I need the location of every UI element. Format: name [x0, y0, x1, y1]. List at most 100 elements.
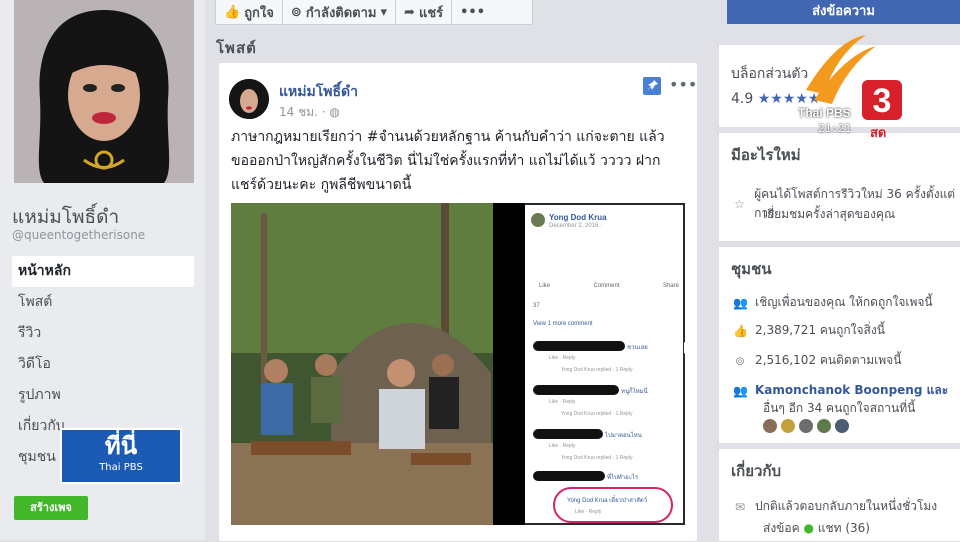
thai-pbs-logo: 3 Thai PBS 21:21 สด: [796, 30, 912, 141]
screenshot-date: December 2, 2016 ·: [549, 223, 603, 229]
page-profile-picture[interactable]: [14, 0, 194, 183]
whats-new-card: มีอะไรใหม่ ☆ ผู้คนได้โพสต์การรีวิวใหม่ 3…: [718, 132, 960, 242]
screenshot-actions: Like Comment Share: [539, 283, 679, 289]
more-dots-icon: •••: [460, 4, 486, 20]
nav-photos[interactable]: รูปภาพ: [12, 380, 194, 411]
rating-value: 4.9: [731, 91, 754, 107]
avatar[interactable]: [781, 419, 795, 433]
whats-new-title: มีอะไรใหม่: [731, 146, 801, 164]
nav-home[interactable]: หน้าหลัก: [12, 256, 194, 287]
avatar[interactable]: [799, 419, 813, 433]
send-message-text: ส่งข้อค: [763, 521, 800, 535]
redacted-name: [533, 429, 603, 439]
screenshot-view-more: View 1 more comment: [533, 321, 593, 327]
embedded-screenshot: Yong Dod Krua December 2, 2016 · Like Co…: [525, 205, 683, 523]
rss-icon: ⊚: [734, 353, 746, 368]
community-card: ชุมชน 👥 เชิญเพื่อนของคุณ ให้กดถูกใจเพจนี…: [718, 246, 960, 444]
about-card: เกี่ยวกับ ✉ ปกติแล้วตอบกลับภายในหนึ่งชั่…: [718, 448, 960, 542]
response-text: ปกติแล้วตอบกลับภายในหนึ่งชั่วโมง: [755, 499, 938, 513]
about-title: เกี่ยวกับ: [731, 462, 782, 480]
caret-down-icon: ▾: [380, 4, 388, 20]
nav-reviews[interactable]: รีวิว: [12, 318, 194, 349]
comment-3-text: ไปมาตอนไหน: [605, 433, 642, 439]
post-timestamp[interactable]: 14 ชม. · ◍: [279, 103, 340, 122]
comment-3-meta: Like · Reply: [549, 443, 576, 449]
like-label: ถูกใจ: [244, 5, 274, 21]
page-handle: @queentogetherisone: [12, 228, 146, 242]
channel-name: Thai PBS: [798, 106, 851, 120]
mouse-cursor-icon: [684, 342, 690, 354]
post-time-text: 14 ชม. ·: [279, 105, 330, 119]
follows-row: ⊚ 2,516,102 คนติดตามเพจนี้: [733, 351, 901, 370]
friend-avatars: [763, 419, 849, 433]
photo-divider: [493, 203, 525, 525]
comment-2-reply: Yong Dod Krua replied · 1 Reply: [561, 411, 633, 417]
posts-section-title: โพสต์: [216, 39, 257, 57]
nav-posts[interactable]: โพสต์: [12, 287, 194, 318]
screenshot-reaction-count: 37: [533, 303, 540, 309]
messenger-icon: ✉: [734, 499, 746, 514]
invite-text: เชิญเพื่อนของคุณ ให้กดถูกใจเพจนี้: [755, 295, 933, 309]
send-message-link[interactable]: ส่งข้อค ● แชท (36): [763, 519, 870, 538]
avatar[interactable]: [763, 419, 777, 433]
following-button[interactable]: ⊚ กำลังติดตาม ▾: [283, 0, 397, 24]
avatar[interactable]: [817, 419, 831, 433]
screenshot-like: Like: [539, 283, 551, 289]
post-author-name[interactable]: แหม่มโพธิ์ดำ: [279, 81, 358, 103]
share-button[interactable]: ➦ แชร์: [396, 0, 453, 24]
more-button[interactable]: •••: [452, 0, 493, 24]
people-icon: 👥: [733, 295, 748, 310]
avatar[interactable]: [835, 419, 849, 433]
friend-likes-row[interactable]: 👥 Kamonchanok Boonpeng และ: [733, 381, 948, 400]
screenshot-share: Share: [662, 283, 679, 289]
send-message-button[interactable]: ส่งข้อความ: [727, 0, 960, 24]
comment-1-meta: Like · Reply: [549, 355, 576, 361]
forest-photo: [231, 203, 525, 525]
invite-row[interactable]: 👥 เชิญเพื่อนของคุณ ให้กดถูกใจเพจนี้: [733, 293, 933, 312]
thumbs-up-icon: 👍: [224, 4, 241, 20]
comment-1-text: ชวนเลย: [627, 345, 648, 351]
friend-name: Kamonchanok Boonpeng และ: [755, 383, 949, 397]
circled-reply-text: Yong Dod Krua เดี๋ยวป่าล่าสัตว์: [567, 498, 648, 504]
program-title: ที่นี่: [104, 432, 138, 460]
share-label: แชร์: [418, 5, 444, 21]
comment-4-text: พี่ไปทำอะไร: [607, 475, 639, 481]
comment-3-reply: Yong Dod Krua replied · 1 Reply: [561, 455, 633, 461]
thumbs-up-icon: 👍: [733, 323, 748, 338]
screenshot-author: Yong Dod Krua: [549, 213, 607, 222]
post-options-icon[interactable]: •••: [669, 75, 697, 94]
new-review-text-2: เยี่ยมชมครั้งล่าสุดของคุณ: [763, 207, 896, 221]
circled-reply-meta: Like · Reply: [575, 509, 602, 515]
highlight-circle: [553, 487, 673, 523]
redacted-name: [533, 471, 605, 481]
comment-1-reply: Yong Dod Krua replied · 1 Reply: [561, 367, 633, 373]
post-photo[interactable]: Yong Dod Krua December 2, 2016 · Like Co…: [231, 203, 685, 525]
redacted-name: [533, 341, 625, 351]
redacted-name: [533, 385, 619, 395]
share-arrow-icon: ➦: [404, 4, 415, 20]
commenter-avatar: [531, 213, 545, 227]
globe-icon: ◍: [329, 105, 340, 119]
chat-label: แชท (36): [817, 521, 870, 535]
program-badge: ที่นี่ Thai PBS: [60, 428, 182, 484]
response-row: ✉ ปกติแล้วตอบกลับภายในหนึ่งชั่วโมง: [733, 497, 937, 516]
svg-text:3: 3: [873, 82, 892, 120]
post-author-avatar[interactable]: [229, 79, 269, 119]
post-card: แหม่มโพธิ์ดำ 14 ชม. · ◍ ••• ภาษากฎหมายเร…: [218, 62, 698, 542]
post-body-text: ภาษากฎหมายเรียกว่า #จำนนด้วยหลักฐาน ค้าน…: [231, 129, 665, 193]
screenshot-comment: Comment: [593, 283, 620, 289]
pin-icon[interactable]: [643, 77, 661, 95]
create-page-button[interactable]: สร้างเพจ: [14, 496, 88, 520]
page-action-bar: 👍 ถูกใจ ⊚ กำลังติดตาม ▾ ➦ แชร์ •••: [215, 0, 533, 25]
star-outline-icon: ☆: [734, 197, 745, 211]
like-button[interactable]: 👍 ถูกใจ: [216, 0, 283, 24]
following-label: กำลังติดตาม: [305, 5, 377, 21]
community-title: ชุมชน: [731, 260, 772, 278]
nav-videos[interactable]: วิดีโอ: [12, 349, 194, 380]
comment-2-meta: Like · Reply: [549, 399, 576, 405]
friend-likes-text: อื่นๆ อีก 34 คนถูกใจสถานที่นี้: [763, 401, 916, 415]
follows-text: 2,516,102 คนติดตามเพจนี้: [755, 353, 902, 367]
rss-icon: ⊚: [290, 4, 302, 20]
comment-2-text: หนูก็ไหมนี่: [621, 389, 648, 395]
friends-icon: 👥: [733, 383, 748, 398]
